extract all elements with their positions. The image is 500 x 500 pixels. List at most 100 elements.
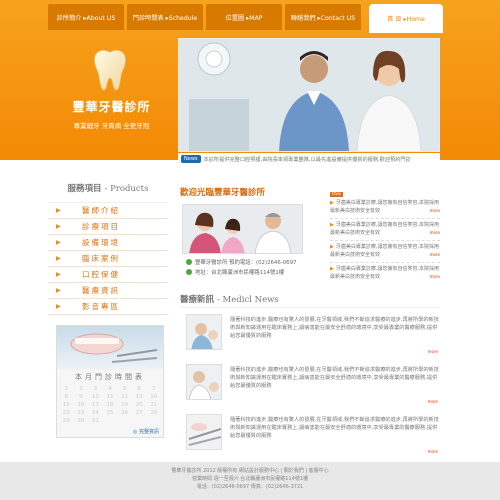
service-item-cases[interactable]: ▶ 臨床案例: [48, 251, 168, 267]
calendar-day[interactable]: 9: [74, 394, 89, 400]
calendar-day[interactable]: 30: [74, 418, 89, 424]
divider: [180, 307, 440, 308]
medical-news-title: 醫療新訊 - Medicl News: [180, 293, 279, 305]
calendar-day[interactable]: 12: [117, 394, 132, 400]
more-link[interactable]: more: [428, 349, 438, 354]
dental-tools-image: [57, 326, 163, 370]
service-item-doctors[interactable]: ▶ 醫師介紹: [48, 203, 168, 219]
services-title-en: - Products: [104, 184, 149, 194]
calendar-day[interactable]: 6: [132, 386, 147, 392]
calendar-day[interactable]: 29: [59, 418, 74, 424]
news-badge: News: [181, 155, 201, 163]
calendar-day[interactable]: 18: [103, 402, 118, 408]
news-ticker-text[interactable]: 本診所提供完整口腔照護,由院長率領專業團隊,以最先進設備提供優質的服務,歡迎預約…: [204, 156, 411, 163]
news-thumbnail: [186, 414, 222, 450]
contact-address-text: 地址：台北縣蘆洲市民權路114號1樓: [195, 270, 285, 276]
calendar-day[interactable]: 25: [103, 410, 118, 416]
arrow-icon: ▶: [330, 244, 334, 250]
service-label: 設備環境: [82, 238, 120, 247]
contact-phone: 豐華牙醫診所 預約電話：(02)2646-0697: [186, 258, 296, 266]
calendar-day[interactable]: 17: [88, 402, 103, 408]
calendar-day[interactable]: 23: [74, 410, 89, 416]
more-link[interactable]: more: [430, 273, 440, 281]
medical-news-text: 隨著科技的進步,醫療也有驚人的發展,在牙醫領域,我們不斷追求醫療的進步,再將所學…: [230, 367, 439, 389]
calendar-more-link[interactable]: ◎ 完整資訊: [57, 428, 163, 437]
calendar-day[interactable]: 22: [59, 410, 74, 416]
calendar-day[interactable]: 27: [132, 410, 147, 416]
calendar-day[interactable]: 5: [117, 386, 132, 392]
calendar-day[interactable]: 21: [146, 402, 161, 408]
news-item[interactable]: ▶ 牙齒美白專業診療,讓您擁有自信笑容,本院採用最新美白技術安全有效 more: [330, 199, 440, 215]
clinic-slogan: 專業細牙 牙周病 全瓷牙冠: [73, 122, 150, 130]
calendar-widget: 本月門診時間表 1 2 3 4 5 6 7 8 9 10 11 12 13 14 15 16 17 18 19 20 2…: [56, 325, 164, 438]
calendar-grid: 1 2 3 4 5 6 7 8 9 10 11 12 13 14 15 16 17 18 19 20 21 22 23 24 2…: [57, 384, 163, 428]
calendar-day[interactable]: 8: [59, 394, 74, 400]
news-item[interactable]: ▶ 牙齒美白專業診療,讓您擁有自信笑容,本院採用最新美白技術安全有效 more: [330, 243, 440, 259]
calendar-day[interactable]: 16: [74, 402, 89, 408]
arrow-icon: ▶: [56, 271, 61, 278]
top-navigation: 診所簡介 ▸About US 門診時間表 ▸Schedule 位置圖 ▸MAP …: [48, 4, 443, 33]
logo-box: 豐華牙醫診所 專業細牙 牙周病 全瓷牙冠: [48, 38, 175, 153]
arrow-icon: ▶: [330, 222, 334, 228]
header: 診所簡介 ▸About US 門診時間表 ▸Schedule 位置圖 ▸MAP …: [0, 0, 500, 160]
medical-news-item[interactable]: 隨著科技的進步,醫療也有驚人的發展,在牙醫領域,我們不斷追求醫療的進步,再將所學…: [186, 314, 440, 354]
calendar-day[interactable]: 3: [88, 386, 103, 392]
service-item-equipment[interactable]: ▶ 設備環境: [48, 235, 168, 251]
calendar-day[interactable]: 10: [88, 394, 103, 400]
service-label: 醫師介紹: [82, 206, 120, 215]
calendar-day[interactable]: 11: [103, 394, 118, 400]
service-item-oral-care[interactable]: ▶ 口腔保健: [48, 267, 168, 283]
left-column: 服務項目 - Products ▶ 醫師介紹 ▶ 診療項目 ▶ 設備環境 ▶ 臨床案例 …: [48, 182, 168, 438]
calendar-day[interactable]: 26: [117, 410, 132, 416]
calendar-day[interactable]: 14: [146, 394, 161, 400]
welcome-title: 歡迎光臨豐華牙醫診所: [180, 188, 266, 198]
arrow-icon: ▶: [56, 303, 61, 310]
medical-news-item[interactable]: 隨著科技的進步,醫療也有驚人的發展,在牙醫領域,我們不斷追求醫療的進步,再將所學…: [186, 364, 440, 404]
nav-map[interactable]: 位置圖 ▸MAP: [206, 4, 282, 30]
calendar-day[interactable]: 20: [132, 402, 147, 408]
news-ticker: News 本診所提供完整口腔照護,由院長率領專業團隊,以最先進設備提供優質的服務…: [178, 153, 440, 165]
more-link[interactable]: more: [430, 229, 440, 237]
calendar-day[interactable]: 15: [59, 402, 74, 408]
nav-contact[interactable]: 聯絡我們 ▸Contact US: [285, 4, 361, 30]
nav-schedule[interactable]: 門診時間表 ▸Schedule: [127, 4, 203, 30]
news-item[interactable]: ▶ 牙齒美白專業診療,讓您擁有自信笑容,本院採用最新美白技術安全有效 more: [330, 265, 440, 281]
more-link[interactable]: more: [430, 251, 440, 259]
calendar-day[interactable]: 28: [146, 410, 161, 416]
news-item[interactable]: ▶ 牙齒美白專業診療,讓您擁有自信笑容,本院採用最新美白技術安全有效 more: [330, 221, 440, 237]
service-item-video[interactable]: ▶ 影音專區: [48, 299, 168, 315]
nav-home[interactable]: 首 頁 ▸Home: [369, 4, 443, 33]
footer-line-3: 電話：(02)2646-0697 傳真：(02)2646-3721: [196, 484, 304, 490]
calendar-day[interactable]: 7: [146, 386, 161, 392]
divider: [330, 218, 440, 219]
welcome-photo: [182, 204, 303, 254]
footer-line-2: 營業時間 週一至週六 台北縣蘆洲市民權路114號1樓: [192, 476, 308, 482]
news-item-text: 牙齒美白專業診療,讓您擁有自信笑容,本院採用最新美白技術安全有效: [330, 266, 440, 280]
service-item-treatments[interactable]: ▶ 診療項目: [48, 219, 168, 235]
more-link[interactable]: more: [428, 449, 438, 454]
calendar-day[interactable]: 31: [88, 418, 103, 424]
hero-banner-image: [178, 38, 440, 152]
contact-phone-text: 豐華牙醫診所 預約電話：(02)2646-0697: [195, 260, 297, 266]
divider: [330, 240, 440, 241]
phone-icon: [186, 259, 192, 265]
calendar-day[interactable]: 13: [132, 394, 147, 400]
footer: 豐華牙醫診所 2012 版權所有 網站設計服務中心 | 關於我們 | 客服中心 …: [0, 462, 500, 500]
more-link[interactable]: more: [430, 207, 440, 215]
medical-news-item[interactable]: 隨著科技的進步,醫療也有驚人的發展,在牙醫領域,我們不斷追求醫療的進步,再將所學…: [186, 414, 440, 454]
calendar-day[interactable]: 1: [59, 386, 74, 392]
nav-about[interactable]: 診所簡介 ▸About US: [48, 4, 124, 30]
calendar-title: 本月門診時間表: [75, 373, 145, 381]
medical-news-title-en: - Medicl News: [216, 295, 279, 305]
arrow-icon: ▶: [56, 255, 61, 262]
clinic-name: 豐華牙醫診所: [72, 100, 151, 114]
service-item-medical-info[interactable]: ▶ 醫療資訊: [48, 283, 168, 299]
contact-address: 地址：台北縣蘆洲市民權路114號1樓: [186, 268, 284, 276]
calendar-day[interactable]: 2: [74, 386, 89, 392]
calendar-day[interactable]: 24: [88, 410, 103, 416]
calendar-day[interactable]: 19: [117, 402, 132, 408]
more-link[interactable]: more: [428, 399, 438, 404]
calendar-day[interactable]: 4: [103, 386, 118, 392]
rss-badge[interactable]: RSS: [330, 192, 343, 197]
tooth-logo-icon: [94, 49, 126, 91]
